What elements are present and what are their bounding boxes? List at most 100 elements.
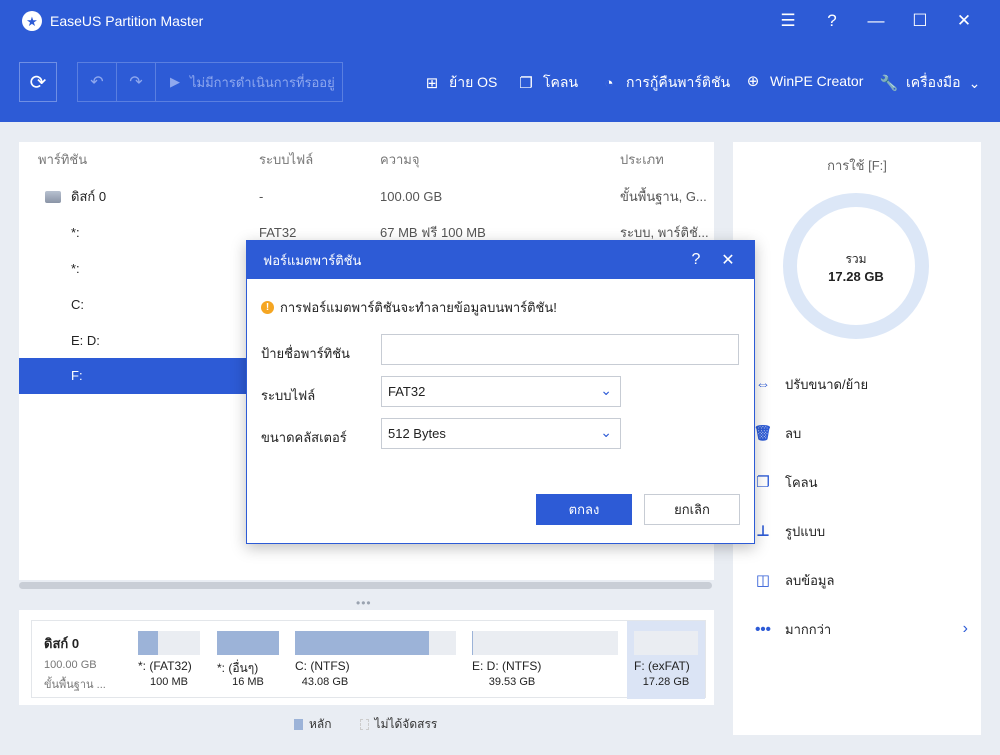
legend-primary-label: หลัก [309,717,332,731]
more-action[interactable]: ••• มากกว่า › [753,617,968,641]
resize-label: ปรับขนาด/ย้าย [785,376,869,392]
row-filesystem: - [259,189,264,204]
segment-size: 100 MB [150,676,188,688]
table-row-disk[interactable]: ดิสก์ 0 - 100.00 GB ขั้นพื้นฐาน, G... [19,179,714,215]
app-title-area: ★ EaseUS Partition Master [22,11,203,31]
disk-segment[interactable]: *: (FAT32) 100 MB [138,621,204,699]
legend: หลัก ไม่ได้จัดสรร [294,715,437,734]
dialog-close-icon[interactable]: ✕ [711,241,745,279]
partition-label-caption: ป้ายชื่อพาร์ทิชัน [261,346,350,361]
cancel-button[interactable]: ยกเลิก [644,494,740,525]
recovery-label: การกู้คืนพาร์ติชัน [626,74,731,90]
redo-icon: ↷ [129,74,143,91]
format-action[interactable]: ⊥ รูปแบบ [753,519,968,543]
tools-label: เครื่องมือ [906,74,961,90]
app-logo-icon: ★ [22,11,42,31]
more-icon: ••• [755,620,771,638]
wipe-action[interactable]: ◫ ลบข้อมูล [753,568,968,592]
horizontal-scrollbar[interactable] [19,582,712,589]
disk-segment-selected[interactable]: F: (exFAT) 17.28 GB [627,621,705,699]
filesystem-value: FAT32 [388,384,426,399]
ok-button[interactable]: ตกลง [536,494,632,525]
partition-label-input[interactable] [381,334,739,365]
header-filesystem[interactable]: ระบบไฟล์ [259,142,313,178]
warning-text: การฟอร์แมตพาร์ติชันจะทำลายข้อมูลบนพาร์ติ… [280,300,557,315]
segment-bar [138,631,200,655]
disk-map: ดิสก์ 0 100.00 GB ขั้นพื้นฐาน ... *: (FA… [31,620,706,699]
disk-segment[interactable]: *: (อื่นๆ) 16 MB [217,621,283,699]
clone-button[interactable]: ❐ โคลน [517,72,578,94]
undo-button[interactable]: ↶ [78,63,117,101]
refresh-icon: ⟳ [29,71,47,94]
winpe-creator-button[interactable]: ⊕ WinPE Creator [744,72,864,90]
header-capacity[interactable]: ความจุ [380,142,419,178]
disk-type: ขั้นพื้นฐาน ... [44,679,106,691]
close-button[interactable]: ✕ [942,6,986,36]
delete-action[interactable]: 🗑 ลบ [753,421,968,445]
disk-title: ดิสก์ 0 [44,636,80,651]
more-label: มากกว่า [785,621,832,637]
filesystem-select[interactable]: FAT32 ⌄ [381,376,621,407]
legend-swatch [294,719,303,730]
partition-recovery-button[interactable]: ◔ การกู้คืนพาร์ติชัน [600,72,730,94]
cluster-size-select[interactable]: 512 Bytes ⌄ [381,418,621,449]
disk-segment[interactable]: C: (NTFS) 43.08 GB [295,621,460,699]
segment-size: 43.08 GB [301,676,349,688]
splitter-handle[interactable]: ••• [356,596,372,610]
tools-menu-button[interactable]: 🔧 เครื่องมือ ⌄ [880,72,981,94]
segment-size: 39.53 GB [488,676,536,688]
pending-operations-group: ↶ ↷ ▶ ไม่มีการดำเนินการที่รออยู่ [77,62,343,102]
window-controls: ☰ ? — ☐ ✕ [766,6,986,36]
row-partition-cell: ดิสก์ 0 [45,179,106,215]
row-partition: E: D: [71,333,100,348]
dialog-help-icon[interactable]: ? [679,241,713,279]
header-partition[interactable]: พาร์ทิชัน [38,142,87,178]
segment-label: C: (NTFS) [295,659,350,673]
filesystem-caption: ระบบไฟล์ [261,388,316,403]
segment-bar [472,631,618,655]
refresh-button[interactable]: ⟳ [19,62,57,102]
migrate-os-label: ย้าย OS [449,74,498,90]
clone-action-label: โคลน [785,474,818,490]
menu-icon[interactable]: ☰ [766,6,810,36]
dialog-header: ฟอร์แมตพาร์ติชัน ? ✕ [247,241,754,279]
winpe-label: WinPE Creator [770,73,864,89]
chevron-down-icon: ⌄ [968,74,981,91]
maximize-button[interactable]: ☐ [898,6,942,36]
pending-text: ไม่มีการดำเนินการที่รออยู่ [190,74,335,90]
resize-move-action[interactable]: ⇔ ปรับขนาด/ย้าย [753,372,968,396]
undo-icon: ↶ [90,74,104,91]
row-partition: *: [71,261,80,276]
help-icon[interactable]: ? [810,6,854,36]
header-type[interactable]: ประเภท [620,142,664,178]
clone-action[interactable]: ❐ โคลน [753,470,968,494]
minimize-button[interactable]: — [854,6,898,36]
segment-label: E: D: (NTFS) [472,659,542,673]
segment-size: 17.28 GB [642,676,690,688]
right-panel: การใช้ [F:] รวม 17.28 GB ⇔ ปรับขนาด/ย้าย… [733,142,981,735]
warning-icon: ! [261,301,274,314]
total-label: รวม [845,252,867,266]
disk-size: 100.00 GB [44,659,97,671]
redo-button[interactable]: ↷ [117,63,156,101]
dialog-warning: ! การฟอร์แมตพาร์ติชันจะทำลายข้อมูลบนพาร์… [261,297,557,318]
segment-bar [634,631,698,655]
segment-size: 16 MB [232,676,264,688]
windows-icon: ⊞ [425,75,439,92]
row-partition-text: ดิสก์ 0 [71,189,107,204]
migrate-os-button[interactable]: ⊞ ย้าย OS [423,72,498,94]
disk-icon [45,190,61,203]
segment-bar [217,631,279,655]
play-icon: ▶ [170,74,180,89]
wipe-label: ลบข้อมูล [785,572,835,588]
row-partition: C: [71,297,84,312]
segment-bar [295,631,456,655]
row-type: ขั้นพื้นฐาน, G... [620,189,707,204]
dialog-title: ฟอร์แมตพาร์ติชัน [263,252,362,268]
chevron-right-icon: › [962,620,968,637]
segment-used-fill [295,631,429,655]
disk-segment[interactable]: E: D: (NTFS) 39.53 GB [472,621,622,699]
legend-unallocated-label: ไม่ได้จัดสรร [374,717,438,731]
row-partition: *: [71,225,80,240]
apply-pending-button[interactable]: ▶ ไม่มีการดำเนินการที่รออยู่ [156,63,342,101]
